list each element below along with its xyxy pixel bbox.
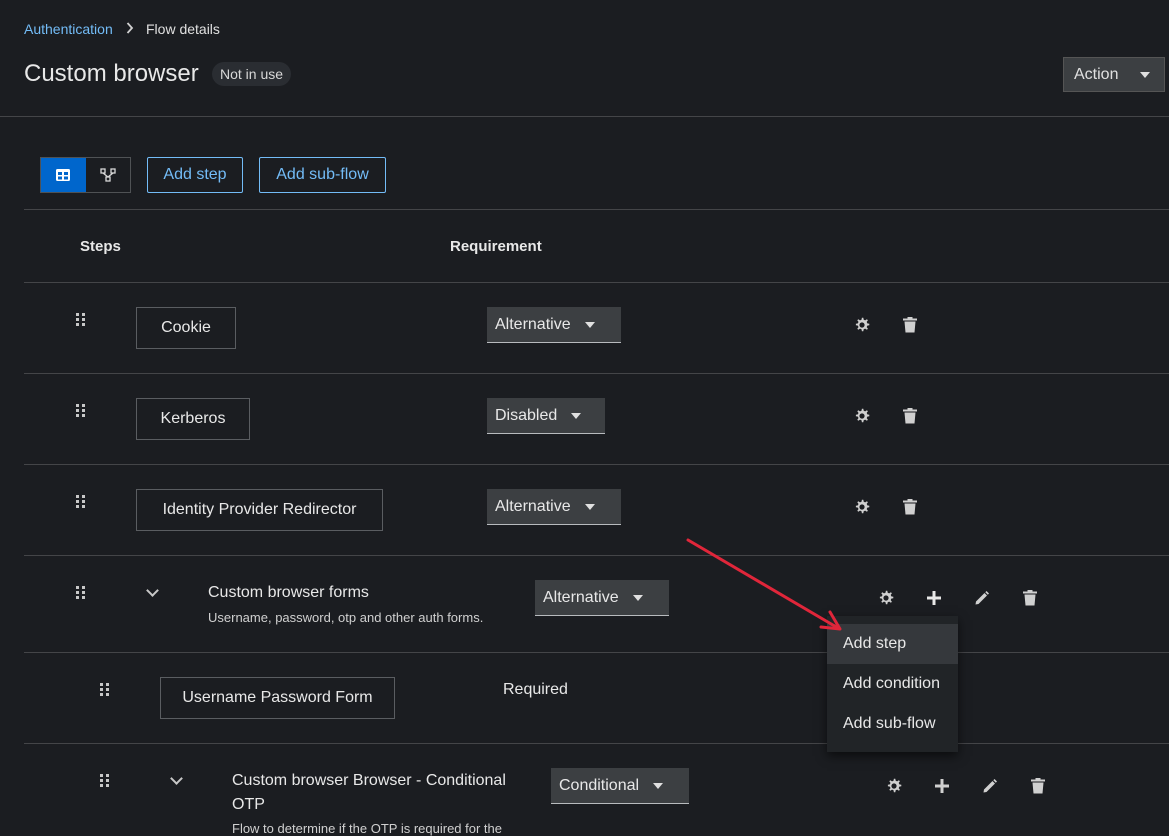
table-view-toggle[interactable] (41, 158, 86, 192)
requirement-select-cookie[interactable]: Alternative (487, 307, 621, 343)
drag-handle-icon[interactable] (76, 495, 86, 509)
view-toggle-group (40, 157, 131, 193)
requirement-value: Conditional (559, 776, 640, 794)
requirement-value: Alternative (495, 497, 571, 515)
menu-item-add-subflow[interactable]: Add sub-flow (827, 704, 958, 744)
row-divider (24, 743, 1169, 744)
chevron-down-icon[interactable] (146, 584, 159, 597)
pencil-icon[interactable] (973, 589, 991, 607)
requirement-select-idp-redirector[interactable]: Alternative (487, 489, 621, 525)
caret-down-icon (653, 782, 664, 789)
row-divider (24, 464, 1169, 465)
caret-down-icon (584, 503, 595, 510)
breadcrumb-authentication-link[interactable]: Authentication (24, 21, 113, 37)
subflow-description: Flow to determine if the OTP is required… (232, 821, 502, 836)
trash-icon[interactable] (1029, 777, 1047, 795)
caret-down-icon (571, 412, 582, 419)
page-title: Custom browser (24, 60, 199, 87)
status-badge: Not in use (212, 62, 292, 86)
gear-icon[interactable] (853, 498, 871, 516)
action-label: Action (1074, 65, 1119, 83)
add-step-button[interactable]: Add step (147, 157, 243, 193)
step-name-cookie: Cookie (136, 307, 236, 349)
subflow-description: Username, password, otp and other auth f… (208, 610, 484, 625)
breadcrumb-chevron-icon (126, 21, 134, 40)
step-name-identity-provider-redirector: Identity Provider Redirector (136, 489, 383, 531)
annotation-arrow-icon (686, 538, 842, 631)
gear-icon[interactable] (877, 589, 895, 607)
gear-icon[interactable] (853, 407, 871, 425)
action-dropdown[interactable]: Action (1063, 57, 1165, 92)
menu-item-add-condition[interactable]: Add condition (827, 664, 958, 704)
drag-handle-icon[interactable] (76, 404, 86, 418)
subflow-title-line2: OTP (232, 796, 265, 813)
step-name-kerberos: Kerberos (136, 398, 250, 440)
trash-icon[interactable] (901, 407, 919, 425)
requirement-value-username-password-form: Required (503, 681, 568, 698)
table-icon (56, 169, 71, 181)
requirement-select-kerberos[interactable]: Disabled (487, 398, 605, 434)
diagram-icon (100, 168, 116, 182)
row-divider (24, 282, 1169, 283)
requirement-select-custom-browser-forms[interactable]: Alternative (535, 580, 669, 616)
breadcrumb-current: Flow details (146, 21, 220, 37)
drag-handle-icon[interactable] (76, 313, 86, 327)
plus-icon[interactable] (925, 589, 943, 607)
steps-column-header: Steps (80, 238, 121, 255)
trash-icon[interactable] (901, 316, 919, 334)
step-name-username-password-form: Username Password Form (160, 677, 395, 719)
gear-icon[interactable] (885, 777, 903, 795)
drag-handle-icon[interactable] (76, 586, 86, 600)
chevron-down-icon[interactable] (170, 772, 183, 785)
requirement-value: Disabled (495, 406, 558, 424)
subflow-title-line1: Custom browser Browser - Conditional (232, 772, 506, 789)
requirement-column-header: Requirement (450, 238, 542, 255)
gear-icon[interactable] (853, 316, 871, 334)
plus-icon[interactable] (933, 777, 951, 795)
drag-handle-icon[interactable] (100, 683, 110, 697)
row-divider (24, 555, 1169, 556)
requirement-value: Alternative (543, 588, 619, 606)
trash-icon[interactable] (1021, 589, 1039, 607)
caret-down-icon (1140, 71, 1151, 78)
toolbar-divider (24, 209, 1169, 210)
row-divider (24, 373, 1169, 374)
requirement-value: Alternative (495, 315, 571, 333)
trash-icon[interactable] (901, 498, 919, 516)
header-divider (0, 116, 1169, 117)
pencil-icon[interactable] (981, 777, 999, 795)
caret-down-icon (632, 594, 643, 601)
row-divider (24, 652, 1169, 653)
drag-handle-icon[interactable] (100, 774, 110, 788)
subflow-title: Custom browser forms (208, 584, 369, 601)
requirement-select-conditional-otp[interactable]: Conditional (551, 768, 689, 804)
add-subflow-button[interactable]: Add sub-flow (259, 157, 386, 193)
diagram-view-toggle[interactable] (86, 158, 131, 192)
caret-down-icon (584, 321, 595, 328)
